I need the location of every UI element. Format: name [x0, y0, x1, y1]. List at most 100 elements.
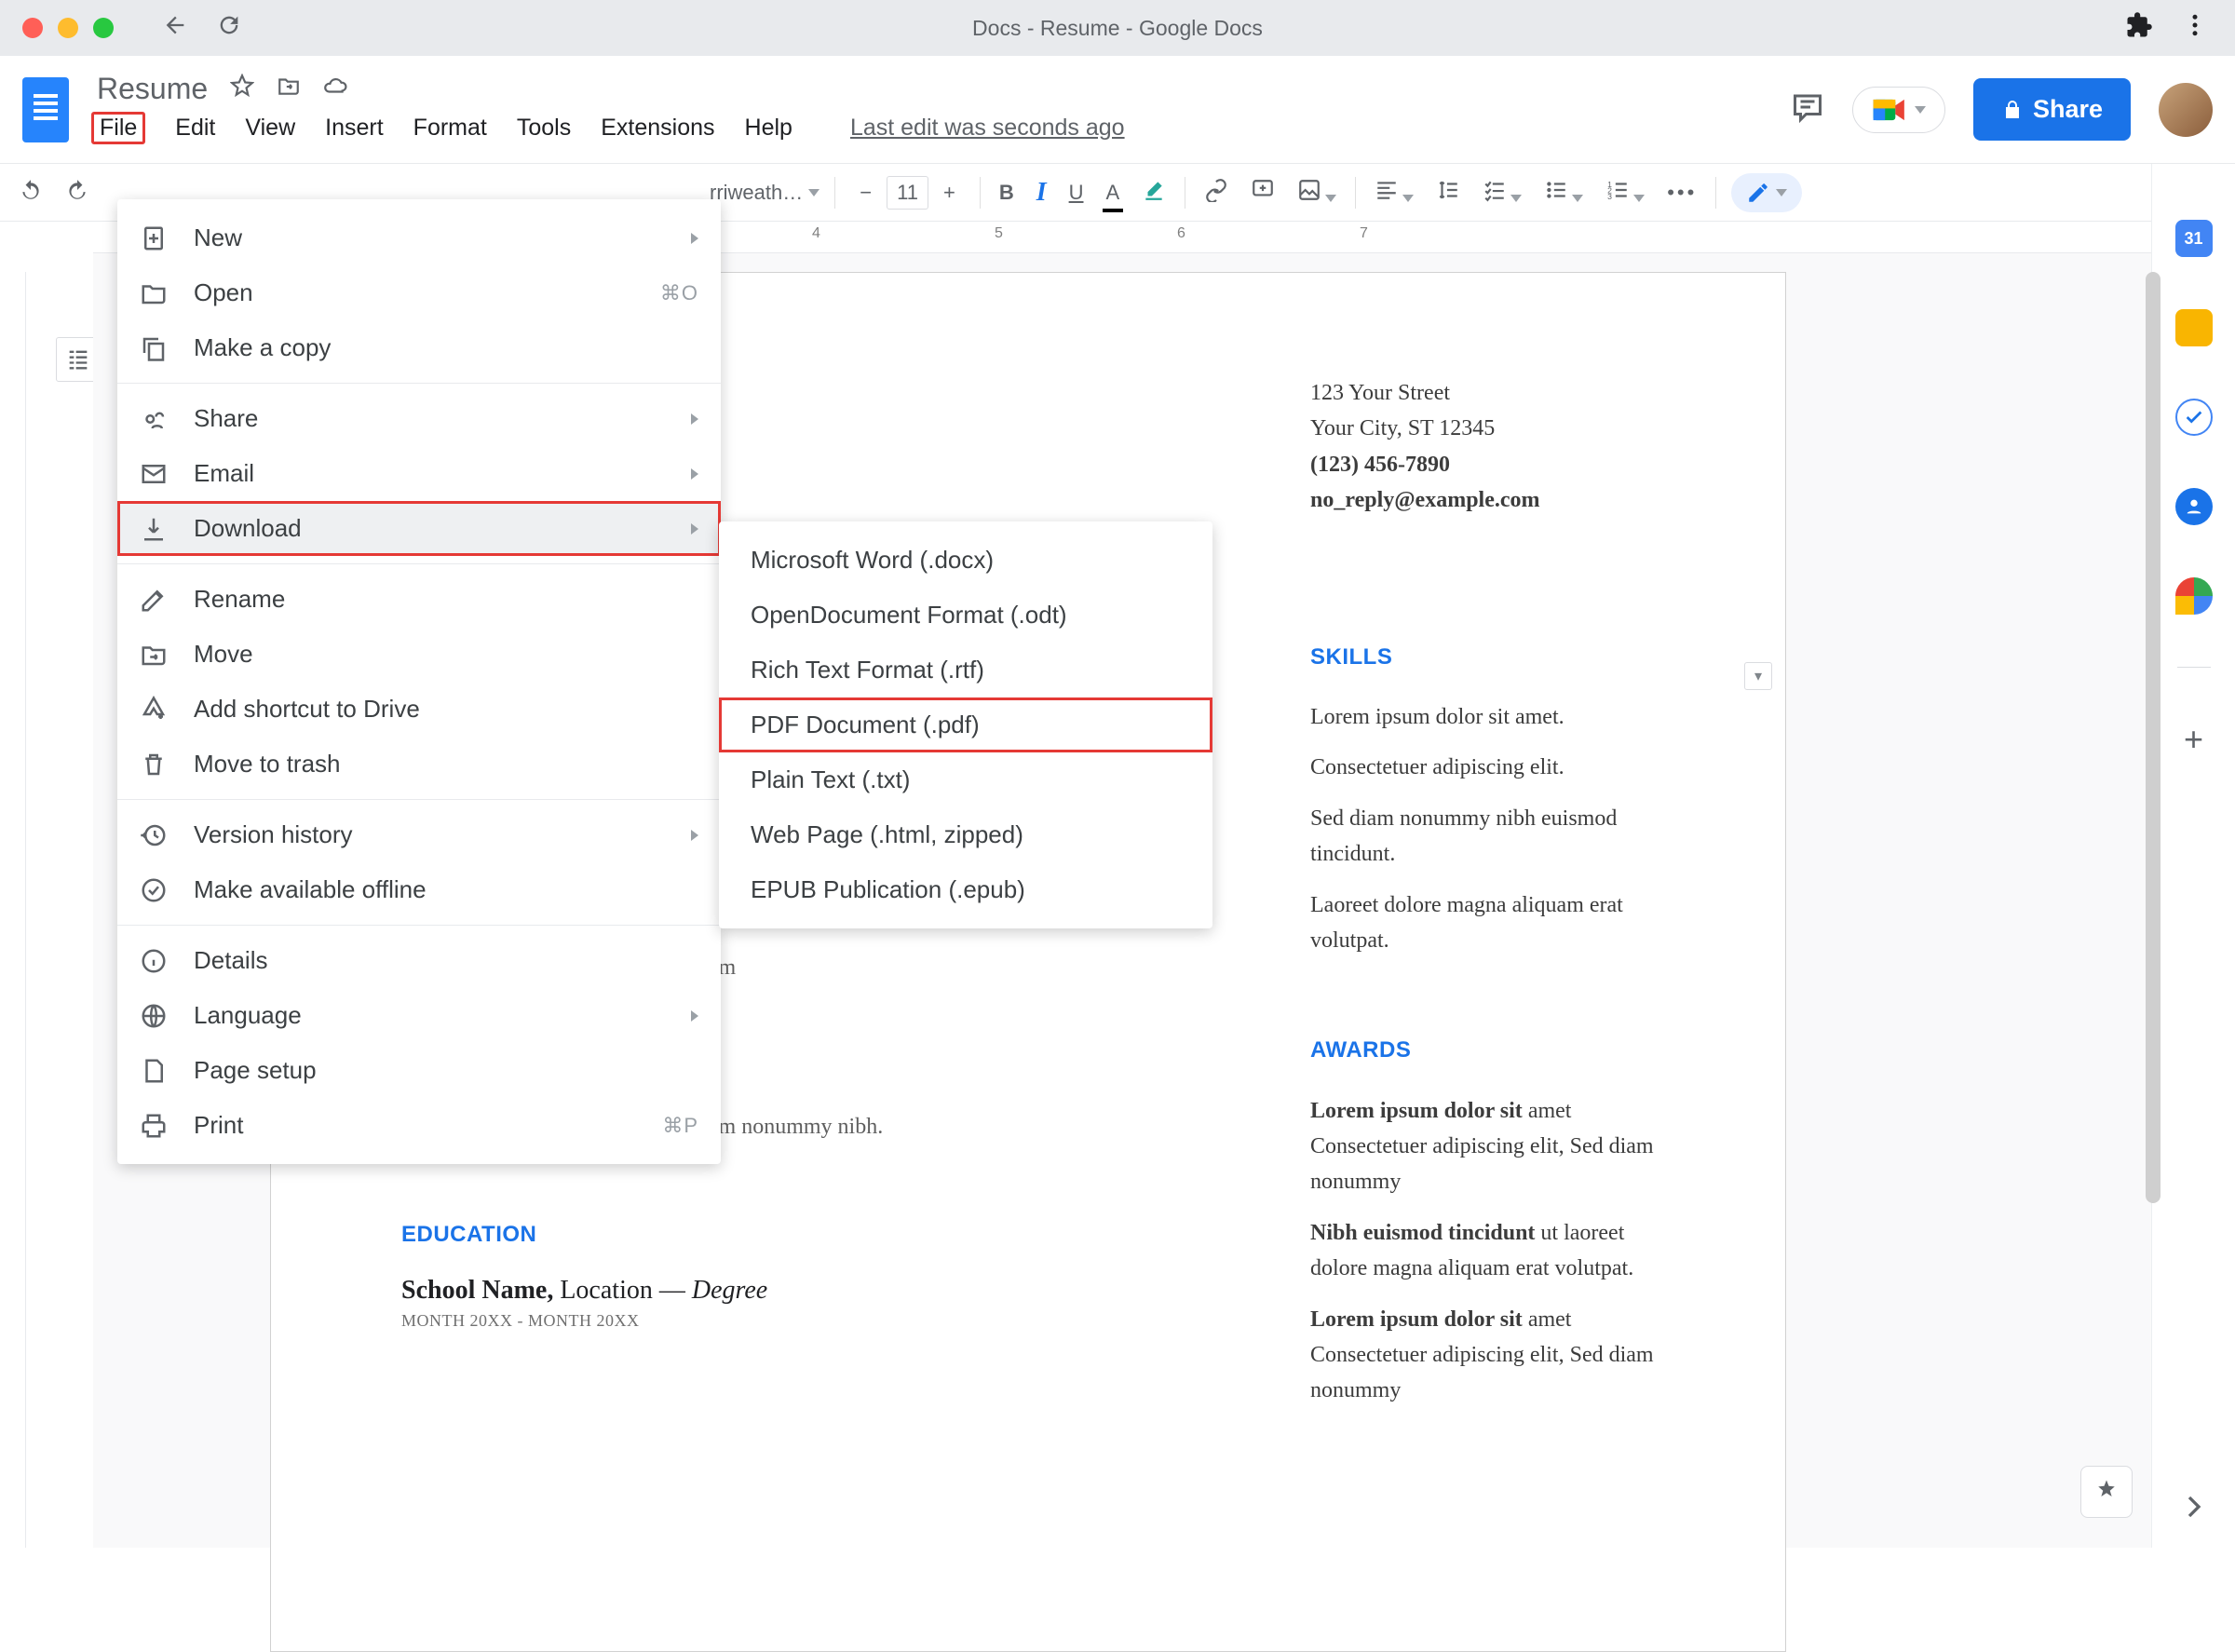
- menu-item-trash[interactable]: Move to trash: [117, 737, 721, 792]
- underline-button[interactable]: U: [1065, 177, 1088, 209]
- docs-logo-icon[interactable]: [22, 77, 69, 142]
- add-addon-button[interactable]: +: [2184, 720, 2203, 759]
- maps-app-icon[interactable]: [2175, 577, 2213, 615]
- italic-button[interactable]: I: [1033, 174, 1050, 211]
- education-dates: MONTH 20XX - MONTH 20XX: [401, 1311, 1217, 1331]
- menu-item-open[interactable]: Open ⌘O: [117, 265, 721, 320]
- file-menu-dropdown: New Open ⌘O Make a copy Share Email Down…: [117, 199, 721, 1164]
- tasks-app-icon[interactable]: [2175, 399, 2213, 436]
- menu-item-offline[interactable]: Make available offline: [117, 862, 721, 917]
- menu-tools[interactable]: Tools: [517, 115, 571, 142]
- star-icon[interactable]: [230, 74, 254, 103]
- undo-button[interactable]: [15, 174, 47, 211]
- browser-menu-icon[interactable]: [2181, 11, 2209, 45]
- download-pdf[interactable]: PDF Document (.pdf): [719, 697, 1212, 752]
- window-minimize-icon[interactable]: [58, 18, 78, 38]
- font-size-input[interactable]: 11: [887, 176, 928, 210]
- svg-text:3: 3: [1607, 191, 1612, 200]
- menu-insert[interactable]: Insert: [325, 115, 384, 142]
- menu-item-new[interactable]: New: [117, 210, 721, 265]
- calendar-app-icon[interactable]: 31: [2175, 220, 2213, 257]
- menu-view[interactable]: View: [245, 115, 295, 142]
- menu-item-rename[interactable]: Rename: [117, 572, 721, 627]
- submenu-arrow-icon: [691, 830, 698, 841]
- submenu-arrow-icon: [691, 233, 698, 244]
- move-to-folder-icon[interactable]: [277, 74, 301, 103]
- download-docx[interactable]: Microsoft Word (.docx): [719, 533, 1212, 588]
- account-avatar[interactable]: [2159, 83, 2213, 137]
- font-family-selector[interactable]: rriweath…: [710, 181, 820, 205]
- download-rtf[interactable]: Rich Text Format (.rtf): [719, 643, 1212, 697]
- menu-item-language[interactable]: Language: [117, 988, 721, 1043]
- keep-app-icon[interactable]: [2175, 309, 2213, 346]
- print-icon: [140, 1112, 168, 1140]
- download-epub[interactable]: EPUB Publication (.epub): [719, 862, 1212, 917]
- side-panel: 31 +: [2151, 164, 2235, 1548]
- submenu-arrow-icon: [691, 413, 698, 425]
- side-panel-toggle[interactable]: [2175, 1488, 2213, 1525]
- submenu-arrow-icon: [691, 468, 698, 480]
- checklist-button[interactable]: [1479, 174, 1525, 211]
- menu-item-version-history[interactable]: Version history: [117, 807, 721, 862]
- contacts-app-icon[interactable]: [2175, 488, 2213, 525]
- drive-shortcut-icon: [140, 696, 168, 724]
- bullet-list-button[interactable]: [1540, 174, 1587, 211]
- vertical-ruler: [0, 272, 26, 1548]
- award-line: Lorem ipsum dolor sit amet Consectetuer …: [1310, 1093, 1655, 1200]
- highlight-color-button[interactable]: [1138, 174, 1170, 211]
- align-button[interactable]: [1371, 174, 1417, 211]
- menu-help[interactable]: Help: [745, 115, 792, 142]
- cloud-status-icon[interactable]: [323, 74, 347, 103]
- document-title[interactable]: Resume: [97, 72, 208, 106]
- browser-back-button[interactable]: [162, 12, 188, 44]
- menu-extensions[interactable]: Extensions: [601, 115, 714, 142]
- extensions-icon[interactable]: [2125, 11, 2153, 45]
- menu-item-copy[interactable]: Make a copy: [117, 320, 721, 375]
- insert-link-button[interactable]: [1200, 174, 1232, 211]
- chevron-down-icon: [1776, 189, 1787, 196]
- rename-icon: [140, 586, 168, 614]
- education-heading: EDUCATION: [401, 1222, 1217, 1248]
- numbered-list-button[interactable]: 123: [1602, 174, 1648, 211]
- submenu-arrow-icon: [691, 1010, 698, 1022]
- menu-file[interactable]: File: [91, 112, 145, 144]
- explore-button[interactable]: [2080, 1466, 2133, 1518]
- menu-item-move[interactable]: Move: [117, 627, 721, 682]
- last-edit-link[interactable]: Last edit was seconds ago: [850, 115, 1125, 142]
- comment-history-icon[interactable]: [1791, 90, 1824, 129]
- menu-item-print[interactable]: Print ⌘P: [117, 1098, 721, 1153]
- menu-item-shortcut[interactable]: Add shortcut to Drive: [117, 682, 721, 737]
- meet-button[interactable]: [1852, 87, 1945, 133]
- font-size-decrease[interactable]: −: [850, 177, 881, 209]
- vertical-scrollbar[interactable]: [2146, 272, 2160, 1203]
- bold-button[interactable]: B: [996, 177, 1018, 209]
- browser-reload-button[interactable]: [216, 12, 242, 44]
- menu-item-email[interactable]: Email: [117, 446, 721, 501]
- text-color-button[interactable]: A: [1103, 177, 1124, 209]
- menu-item-download[interactable]: Download: [117, 501, 721, 556]
- more-tools-button[interactable]: •••: [1663, 177, 1700, 209]
- download-odt[interactable]: OpenDocument Format (.odt): [719, 588, 1212, 643]
- globe-icon: [140, 1002, 168, 1030]
- window-close-icon[interactable]: [22, 18, 43, 38]
- insert-image-button[interactable]: [1294, 174, 1340, 211]
- download-txt[interactable]: Plain Text (.txt): [719, 752, 1212, 807]
- section-collapse-icon[interactable]: ▾: [1744, 662, 1772, 690]
- add-comment-button[interactable]: [1247, 174, 1279, 211]
- share-button[interactable]: Share: [1973, 78, 2131, 141]
- redo-button[interactable]: [61, 174, 93, 211]
- submenu-arrow-icon: [691, 523, 698, 535]
- font-size-increase[interactable]: +: [934, 177, 965, 209]
- line-spacing-button[interactable]: [1432, 174, 1464, 211]
- window-zoom-icon[interactable]: [93, 18, 114, 38]
- copy-icon: [140, 334, 168, 362]
- menu-format[interactable]: Format: [413, 115, 487, 142]
- menu-edit[interactable]: Edit: [175, 115, 215, 142]
- menu-item-page-setup[interactable]: Page setup: [117, 1043, 721, 1098]
- editing-mode-button[interactable]: [1731, 173, 1802, 212]
- download-submenu: Microsoft Word (.docx) OpenDocument Form…: [719, 521, 1212, 928]
- school-line: School Name, Location — Degree: [401, 1276, 1217, 1306]
- menu-item-share[interactable]: Share: [117, 391, 721, 446]
- download-html[interactable]: Web Page (.html, zipped): [719, 807, 1212, 862]
- menu-item-details[interactable]: Details: [117, 933, 721, 988]
